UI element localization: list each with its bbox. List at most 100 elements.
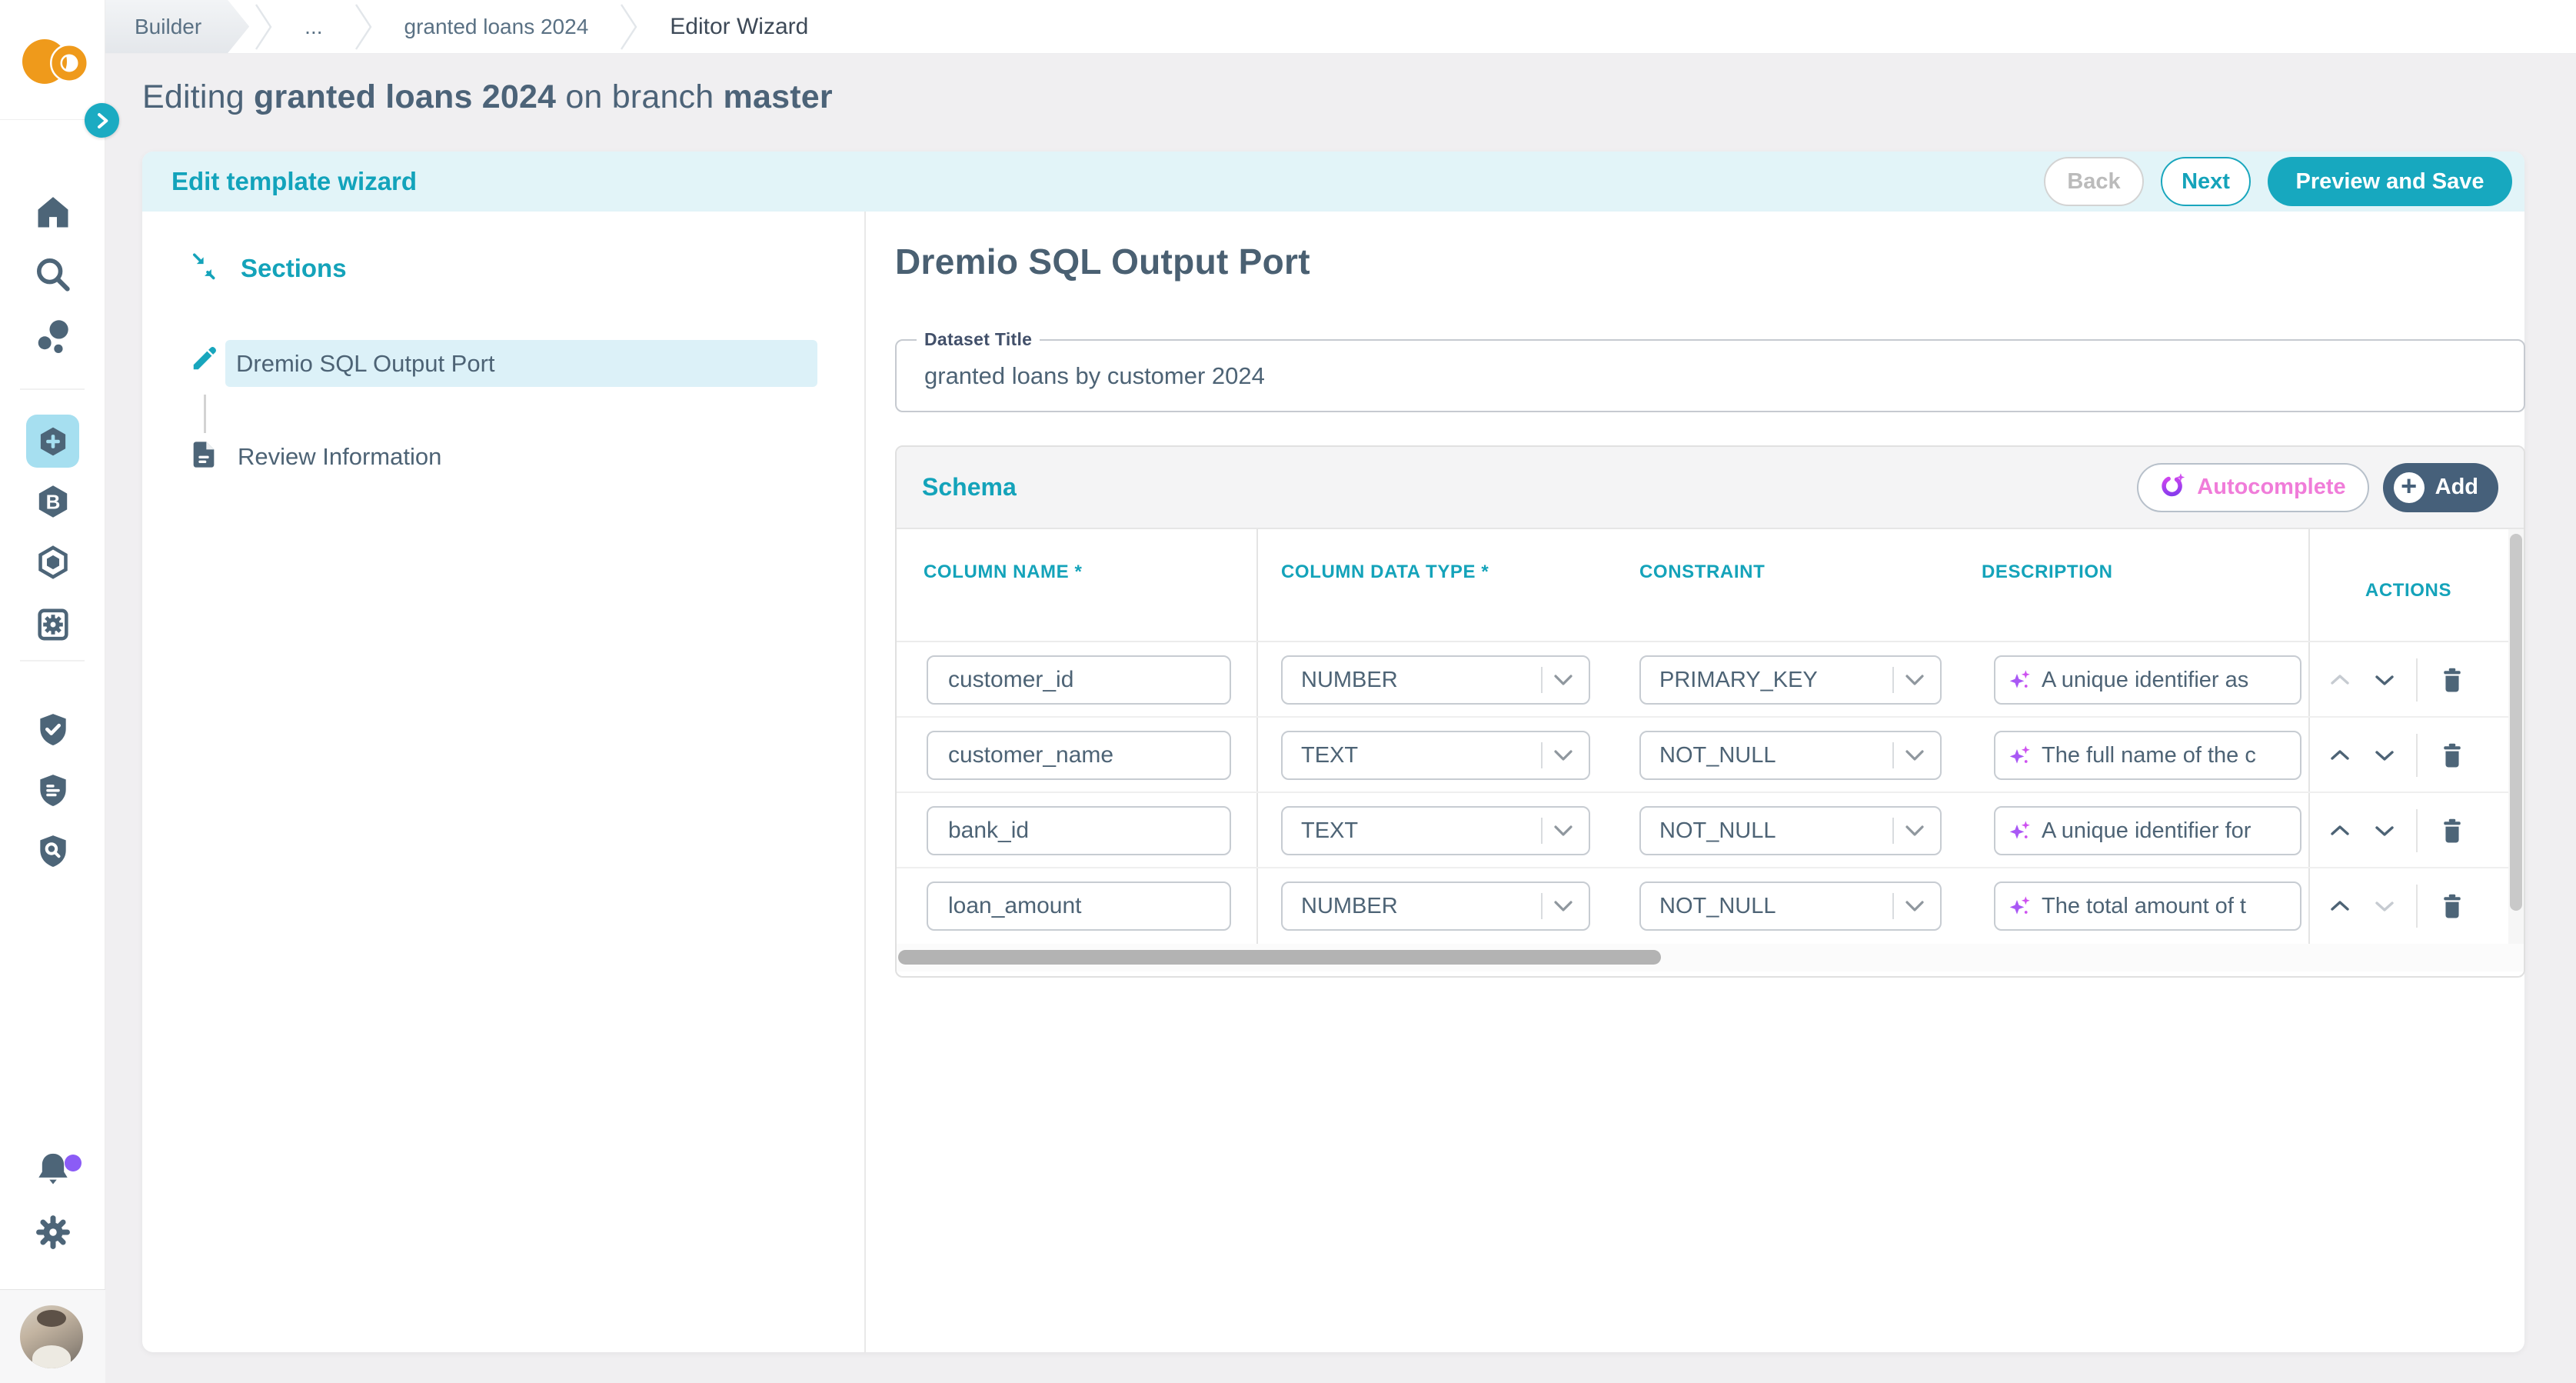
sidebar-footer — [0, 1289, 105, 1383]
back-button[interactable]: Back — [2044, 157, 2144, 206]
chevron-down-icon — [1905, 900, 1925, 912]
table-row: TEXT NOT_NULL A unique identifier for — [897, 793, 2524, 868]
select-value: NOT_NULL — [1659, 818, 1892, 844]
select-value: NOT_NULL — [1659, 743, 1892, 768]
actions-divider — [2416, 734, 2418, 777]
section-item-dremio-sql-output-port[interactable]: Dremio SQL Output Port — [225, 340, 817, 387]
sidebar-item-governance-search[interactable] — [0, 827, 105, 876]
sidebar-item-add-entity[interactable] — [26, 415, 79, 468]
scrollbar-thumb[interactable] — [898, 950, 1661, 965]
breadcrumb-item-builder[interactable]: Builder — [105, 0, 249, 53]
app-window: B — [0, 0, 2576, 1383]
data-type-select[interactable]: NUMBER — [1281, 655, 1590, 705]
move-down-button[interactable] — [2368, 744, 2401, 767]
constraint-select[interactable]: PRIMARY_KEY — [1639, 655, 1942, 705]
move-up-button[interactable] — [2324, 819, 2356, 842]
section-item-review-information[interactable]: Review Information — [188, 439, 441, 474]
table-horizontal-scrollbar[interactable] — [897, 944, 2524, 971]
move-up-button[interactable] — [2324, 744, 2356, 767]
move-down-button[interactable] — [2368, 819, 2401, 842]
page-title: Editing granted loans 2024 on branch mas… — [142, 78, 833, 116]
delete-row-button[interactable] — [2433, 811, 2471, 851]
schema-title: Schema — [922, 473, 1017, 502]
move-up-button[interactable] — [2324, 668, 2356, 692]
constraint-select[interactable]: NOT_NULL — [1639, 806, 1942, 855]
table-row: NUMBER NOT_NULL The total amount of t — [897, 868, 2524, 944]
sidebar-item-governance-check[interactable] — [0, 705, 105, 755]
actions-divider — [2416, 809, 2418, 852]
dataset-title-input[interactable] — [897, 341, 2524, 411]
column-name-input[interactable] — [928, 732, 1230, 778]
autocomplete-button[interactable]: Autocomplete — [2137, 463, 2368, 512]
chevron-down-icon — [1553, 900, 1573, 912]
chevron-down-icon — [1905, 674, 1925, 686]
breadcrumb-item-ellipsis[interactable]: ... — [278, 0, 348, 53]
notifications-bell-icon[interactable] — [0, 1145, 105, 1195]
description-field[interactable]: A unique identifier for — [1994, 806, 2301, 855]
move-up-button[interactable] — [2324, 895, 2356, 918]
data-type-select[interactable]: TEXT — [1281, 731, 1590, 780]
dataset-title-label: Dataset Title — [917, 329, 1040, 350]
chevron-down-icon — [1553, 749, 1573, 761]
wizard-buttons: Back Next Preview and Save — [2044, 157, 2512, 206]
breadcrumb-item-entity[interactable]: granted loans 2024 — [378, 0, 615, 53]
constraint-select[interactable]: NOT_NULL — [1639, 731, 1942, 780]
delete-row-button[interactable] — [2433, 886, 2471, 926]
col-header-actions: ACTIONS — [2308, 580, 2508, 602]
data-type-select[interactable]: NUMBER — [1281, 881, 1590, 931]
column-name-input[interactable] — [928, 808, 1230, 854]
sections-header: Sections — [191, 252, 347, 285]
sidebar-item-platform-settings[interactable] — [0, 600, 105, 649]
chevron-down-icon — [1553, 674, 1573, 686]
description-text: A unique identifier as — [2042, 668, 2288, 693]
sidebar-item-home[interactable] — [0, 188, 105, 237]
description-field[interactable]: The full name of the c — [1994, 731, 2301, 780]
select-value: PRIMARY_KEY — [1659, 668, 1892, 693]
section-connector-line — [204, 395, 206, 433]
sidebar-item-blueprints[interactable]: B — [0, 477, 105, 526]
chevron-down-icon — [1553, 825, 1573, 837]
section-item-label: Review Information — [238, 443, 441, 471]
delete-row-button[interactable] — [2433, 735, 2471, 775]
plus-icon: + — [2394, 472, 2425, 503]
user-avatar[interactable] — [20, 1305, 83, 1368]
description-text: A unique identifier for — [2042, 818, 2288, 844]
row-actions — [2324, 793, 2508, 868]
schema-actions: Autocomplete + Add — [2137, 463, 2498, 512]
select-value: NUMBER — [1301, 668, 1541, 693]
sections-panel: Sections Dremio SQL Output Port — [142, 212, 866, 1352]
scrollbar-thumb[interactable] — [2510, 534, 2522, 911]
column-name-input[interactable] — [928, 883, 1230, 929]
collapse-sections-icon[interactable] — [191, 252, 219, 285]
table-vertical-scrollbar[interactable] — [2508, 529, 2524, 944]
col-header-column-name: COLUMN NAME * — [924, 562, 1082, 583]
preview-and-save-button[interactable]: Preview and Save — [2268, 157, 2512, 206]
witboost-logo-icon — [11, 32, 94, 95]
sidebar-item-governance-policies[interactable] — [0, 766, 105, 815]
settings-gear-icon[interactable] — [0, 1208, 105, 1257]
description-field[interactable]: A unique identifier as — [1994, 655, 2301, 705]
sidebar-item-marketplace[interactable] — [0, 538, 105, 587]
section-item-label: Dremio SQL Output Port — [236, 350, 495, 378]
delete-row-button[interactable] — [2433, 660, 2471, 700]
add-column-button[interactable]: + Add — [2383, 463, 2498, 512]
sidebar-item-search[interactable] — [0, 250, 105, 299]
data-type-select[interactable]: TEXT — [1281, 806, 1590, 855]
sidebar-expand-button[interactable] — [85, 103, 119, 138]
sidebar-divider — [0, 119, 86, 120]
edit-pencil-icon — [190, 344, 219, 377]
breadcrumb-item-current: Editor Wizard — [644, 0, 834, 53]
move-down-button[interactable] — [2368, 895, 2401, 918]
move-down-button[interactable] — [2368, 668, 2401, 692]
column-name-input[interactable] — [928, 657, 1230, 703]
dataset-title-field: Dataset Title — [895, 339, 2525, 412]
breadcrumb-chevron-icon — [254, 0, 274, 54]
description-field[interactable]: The total amount of t — [1994, 881, 2301, 931]
sidebar: B — [0, 0, 105, 1383]
schema-header: Schema — [897, 447, 2524, 529]
constraint-select[interactable]: NOT_NULL — [1639, 881, 1942, 931]
sidebar-item-data-products[interactable] — [0, 311, 105, 360]
sparkles-icon — [2008, 894, 2032, 918]
next-button[interactable]: Next — [2161, 157, 2251, 206]
sidebar-divider — [20, 388, 85, 390]
